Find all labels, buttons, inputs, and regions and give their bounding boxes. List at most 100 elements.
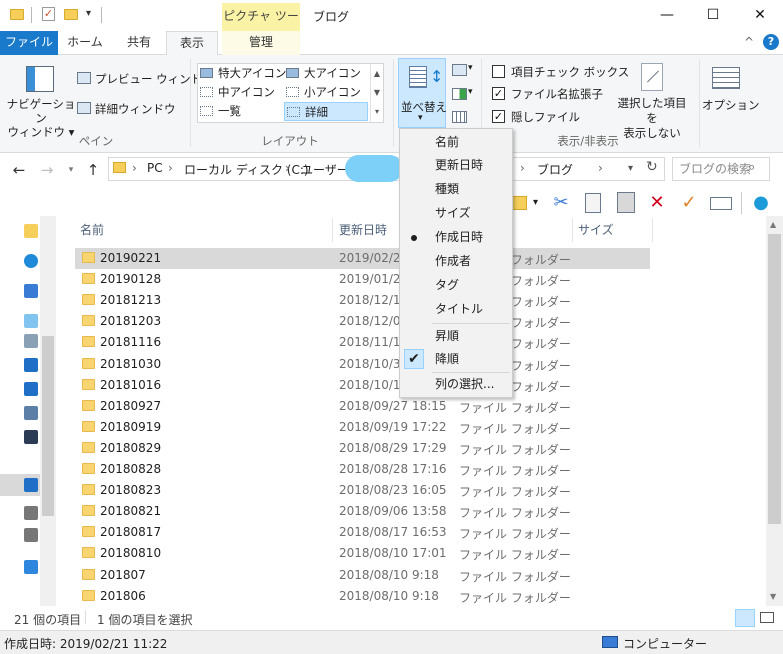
cut-icon[interactable]: ✂: [550, 191, 572, 215]
qat-dropdown-icon[interactable]: ▾: [86, 8, 91, 19]
layout-large-icons[interactable]: 大アイコン: [286, 64, 370, 83]
refresh-icon[interactable]: ↻: [646, 159, 658, 175]
drive-icon[interactable]: [24, 528, 38, 542]
documents-icon[interactable]: [24, 334, 38, 348]
column-name[interactable]: 名前: [80, 221, 104, 238]
table-row[interactable]: 20180823 2018/08/23 16:05 ファイル フォルダー: [75, 480, 650, 501]
search-input[interactable]: ブログの検索: [672, 157, 770, 181]
back-arrow-icon[interactable]: ←: [10, 160, 28, 180]
sort-descending[interactable]: ✔ 降順: [400, 348, 512, 371]
gallery-scroll[interactable]: ▲ ▼ ▾: [370, 64, 383, 122]
file-extensions-checkbox[interactable]: ✓: [492, 87, 505, 100]
breadcrumb-separator[interactable]: ›: [132, 161, 137, 175]
scroll-up-icon[interactable]: ▲: [770, 220, 776, 229]
table-row[interactable]: 20181030 2018/10/30 ファイル フォルダー: [75, 354, 650, 375]
properties-icon[interactable]: ✓: [42, 7, 55, 21]
add-columns-icon[interactable]: [452, 88, 467, 100]
breadcrumb-users[interactable]: ユーザー: [301, 161, 349, 178]
quick-access-icon[interactable]: [24, 224, 38, 238]
table-row[interactable]: 20181213 2018/12/13 ファイル フォルダー: [75, 290, 650, 311]
local-disk-icon[interactable]: [24, 478, 38, 492]
item-checkboxes-checkbox[interactable]: [492, 65, 505, 78]
breadcrumb-blog[interactable]: ブログ: [537, 161, 573, 178]
column-divider[interactable]: [572, 218, 573, 242]
pc-icon[interactable]: [24, 284, 38, 298]
music-icon[interactable]: [24, 382, 38, 396]
table-row[interactable]: 20181016 2018/10/16 ファイル フォルダー: [75, 375, 650, 396]
nav-pane-scroll-thumb[interactable]: [42, 336, 54, 516]
sort-date-modified[interactable]: 更新日時: [400, 154, 512, 177]
options-button[interactable]: オプション: [702, 97, 760, 113]
table-row[interactable]: 20180810 2018/08/10 17:01 ファイル フォルダー: [75, 543, 650, 564]
address-dropdown-icon[interactable]: ▾: [628, 163, 633, 174]
minimize-button[interactable]: —: [644, 0, 690, 30]
breadcrumb-pc[interactable]: PC: [147, 161, 163, 175]
sort-name[interactable]: 名前: [400, 131, 512, 154]
layout-extra-large-icons[interactable]: 特大アイコン: [200, 64, 286, 83]
breadcrumb-separator[interactable]: ›: [520, 161, 525, 175]
table-row[interactable]: 20181116 2018/11/19 ファイル フォルダー: [75, 332, 650, 353]
tab-home[interactable]: ホーム: [60, 31, 110, 55]
maximize-button[interactable]: ☐: [690, 0, 736, 30]
folder-icon[interactable]: [511, 196, 527, 210]
network-icon[interactable]: [24, 560, 38, 574]
breadcrumb-drive[interactable]: ローカル ディスク (C:): [184, 161, 309, 178]
navigation-pane-icon[interactable]: [26, 66, 54, 92]
3d-objects-icon[interactable]: [24, 314, 38, 328]
column-divider[interactable]: [652, 218, 653, 242]
sort-size[interactable]: サイズ: [400, 202, 512, 225]
sort-type[interactable]: 種類: [400, 178, 512, 201]
choose-columns[interactable]: 列の選択...: [400, 373, 512, 396]
breadcrumb-separator[interactable]: ›: [285, 161, 290, 175]
copy-icon[interactable]: [585, 193, 601, 213]
table-row[interactable]: 201807 2018/08/10 9:18 ファイル フォルダー: [75, 565, 650, 586]
table-row[interactable]: 20181203 2018/12/03 ファイル フォルダー: [75, 311, 650, 332]
table-row[interactable]: 20180919 2018/09/19 17:22 ファイル フォルダー: [75, 417, 650, 438]
breadcrumb-separator[interactable]: ›: [168, 161, 173, 175]
sort-tags[interactable]: タグ: [400, 274, 512, 297]
table-row[interactable]: 20180829 2018/08/29 17:29 ファイル フォルダー: [75, 438, 650, 459]
help-icon[interactable]: ?: [763, 34, 779, 50]
hidden-items-checkbox[interactable]: ✓: [492, 110, 505, 123]
layout-list[interactable]: 一覧: [200, 102, 284, 121]
collapse-ribbon-icon[interactable]: ^: [744, 35, 754, 49]
table-row[interactable]: 20180817 2018/08/17 16:53 ファイル フォルダー: [75, 522, 650, 543]
breadcrumb-separator[interactable]: ›: [598, 161, 603, 175]
up-arrow-icon[interactable]: ↑: [84, 160, 102, 180]
sort-authors[interactable]: 作成者: [400, 250, 512, 273]
column-size[interactable]: サイズ: [578, 221, 614, 238]
group-by-icon[interactable]: [452, 64, 467, 76]
pictures-icon[interactable]: [24, 406, 38, 420]
large-icons-view-icon[interactable]: [760, 612, 774, 623]
checkmark-icon[interactable]: ✓: [678, 191, 700, 215]
close-button[interactable]: ✕: [737, 0, 783, 30]
details-pane-button[interactable]: 詳細ウィンドウ: [95, 101, 176, 117]
table-row[interactable]: 20190221 2019/02/21 ファイル フォルダー: [75, 248, 650, 269]
sort-date-created[interactable]: 作成日時: [400, 226, 512, 249]
forward-arrow-icon[interactable]: →: [38, 160, 56, 180]
sort-ascending[interactable]: 昇順: [400, 325, 512, 348]
preview-pane-button[interactable]: プレビュー ウィンドウ: [95, 71, 214, 87]
column-divider[interactable]: [332, 218, 333, 242]
onedrive-icon[interactable]: [24, 254, 38, 268]
drive-icon[interactable]: [24, 506, 38, 520]
layout-small-icons[interactable]: 小アイコン: [286, 83, 370, 102]
scroll-down-icon[interactable]: ▼: [770, 592, 776, 601]
new-folder-icon[interactable]: [64, 9, 78, 20]
tab-manage[interactable]: 管理: [222, 31, 300, 55]
table-row[interactable]: 20180828 2018/08/28 17:16 ファイル フォルダー: [75, 459, 650, 480]
tab-share[interactable]: 共有: [114, 31, 164, 55]
nav-pane-scrollbar[interactable]: [40, 216, 56, 606]
layout-medium-icons[interactable]: 中アイコン: [200, 83, 284, 102]
paste-icon[interactable]: [617, 192, 635, 213]
size-columns-icon[interactable]: [452, 111, 467, 123]
table-row[interactable]: 20180821 2018/09/06 13:58 ファイル フォルダー: [75, 501, 650, 522]
shell-icon[interactable]: ●: [750, 191, 772, 215]
sort-title[interactable]: タイトル: [400, 298, 512, 321]
details-view-icon[interactable]: [735, 609, 755, 627]
chevron-down-icon[interactable]: ▾: [533, 197, 538, 208]
table-row[interactable]: 20180927 2018/09/27 18:15 ファイル フォルダー: [75, 396, 650, 417]
tab-file[interactable]: ファイル: [0, 31, 58, 55]
recent-locations-icon[interactable]: ▾: [62, 160, 80, 180]
downloads-icon[interactable]: [24, 358, 38, 372]
